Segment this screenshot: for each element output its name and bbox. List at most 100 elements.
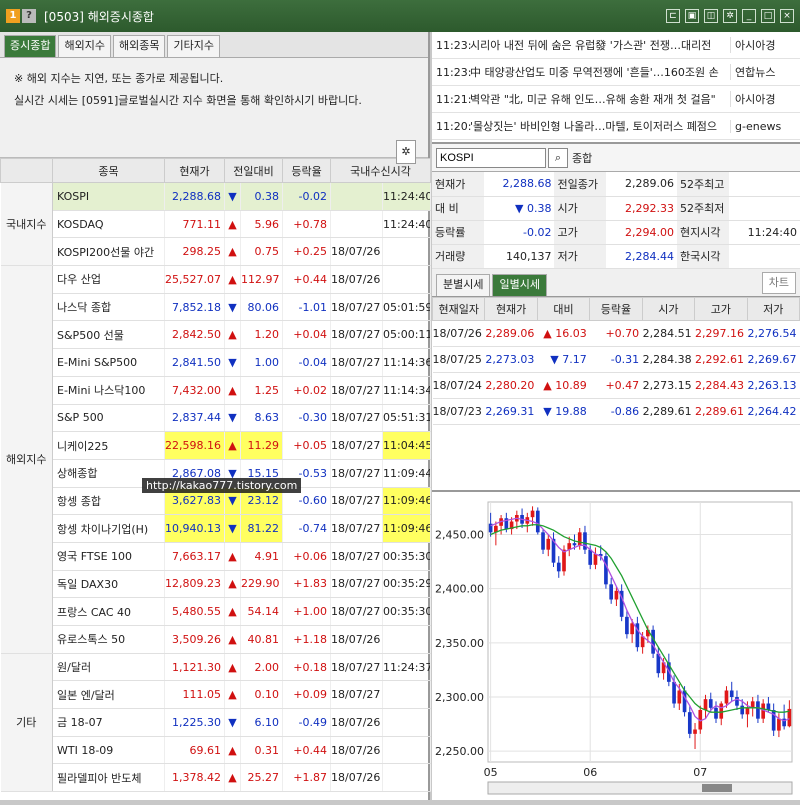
chart-button[interactable]: 차트: [761, 271, 796, 294]
table-row[interactable]: 금 18-07 1,225.30 ▼ 6.10 -0.49 18/07/26: [1, 708, 432, 737]
search-icon[interactable]: ⌕: [548, 147, 568, 168]
help-icon[interactable]: ?: [22, 9, 36, 23]
candle: [562, 549, 566, 572]
table-row[interactable]: KOSPI200선물 야간 298.25 ▲ 0.75 +0.25 18/07/26: [1, 237, 432, 267]
news-title[interactable]: '몰상짓는' 바비인형 나올라…마텔, 토이저러스 폐점으: [468, 118, 730, 134]
symbol-input[interactable]: [436, 147, 546, 168]
row-name[interactable]: S&P500 선물: [52, 320, 165, 350]
col-change[interactable]: 전일대비: [223, 158, 284, 183]
row-name[interactable]: 다우 산업: [52, 265, 165, 294]
news-item[interactable]: 11:20: '몰상짓는' 바비인형 나올라…마텔, 토이저러스 폐점으 g-ene…: [432, 113, 800, 140]
row-rate: -0.74: [282, 514, 332, 543]
daily-col-header[interactable]: 등락율: [589, 296, 643, 321]
col-price[interactable]: 현재가: [164, 158, 225, 183]
row-name[interactable]: 독일 DAX30: [52, 570, 165, 599]
news-title[interactable]: 中 태양광산업도 미중 무역전쟁에 '흔들'…160조원 손: [468, 64, 730, 80]
row-change: 112.97: [240, 265, 284, 294]
candlestick-chart[interactable]: 2,450.00 2,400.00 2,350.00 2,300.00 2,250.00…: [432, 492, 800, 802]
candle: [740, 705, 745, 715]
row-time: [382, 625, 432, 654]
table-row[interactable]: S&P 500 2,837.44 ▼ 8.63 -0.30 18/07/27 05:51:3…: [1, 404, 432, 433]
row-name[interactable]: S&P 500: [52, 404, 165, 433]
news-title[interactable]: 벽악관 "北, 미군 유해 인도…유해 송환 재개 첫 걸음": [468, 91, 730, 107]
candle: [708, 699, 713, 708]
daily-col-header[interactable]: 고가: [694, 296, 748, 321]
row-name[interactable]: 유로스톡스 50: [52, 625, 165, 654]
table-row[interactable]: 기타 원/달러 1,121.30 ▲ 2.00 +0.18 18/07/27 11:24:37: [0, 653, 432, 793]
daily-col-header[interactable]: 현재일자: [431, 296, 486, 321]
maximize-icon[interactable]: □: [761, 9, 775, 23]
candle: [535, 510, 540, 533]
news-title[interactable]: 시리아 내전 뒤에 숨은 유럽發 '가스관' 전쟁…대리전: [468, 37, 730, 53]
daily-col-header[interactable]: 대비: [536, 296, 591, 321]
minimize-icon[interactable]: _: [742, 9, 756, 23]
table-row[interactable]: 국내지수 KOSPI 2,288.68 ▼ 0.38 -0.02 11:24:40: [0, 182, 432, 267]
daily-col-header[interactable]: 현재가: [484, 296, 538, 321]
table-row[interactable]: 유로스톡스 50 3,509.26 ▲ 40.81 +1.18 18/07/26: [1, 625, 432, 654]
table-row[interactable]: 해외지수 다우 산업 25,527.07 ▲ 112.97 +0.44 18/07/26: [0, 265, 432, 654]
news-item[interactable]: 11:21: 벽악관 "北, 미군 유해 인도…유해 송환 재개 첫 걸음" 아시아…: [432, 86, 800, 113]
row-name[interactable]: 니케이225: [52, 431, 165, 460]
table-row[interactable]: E-Mini 나스닥100 7,432.00 ▲ 1.25 +0.02 18/07/27 1…: [1, 376, 432, 405]
tab-market-summary[interactable]: 증시종합: [4, 35, 57, 57]
link-icon[interactable]: ⊏: [666, 9, 680, 23]
table-row[interactable]: 필라델피아 반도체 1,378.42 ▲ 25.27 +1.87 18/07/26: [1, 763, 432, 793]
row-name[interactable]: 항셍 차이나기업(H): [52, 514, 165, 543]
news-item[interactable]: 11:23: 시리아 내전 뒤에 숨은 유럽發 '가스관' 전쟁…대리전 아시아경: [432, 32, 800, 59]
row-rate: +0.06: [282, 542, 332, 571]
down-arrow-icon: ▼: [224, 348, 241, 377]
daily-row[interactable]: 18/07/26 2,289.06 ▲ 16.03 +0.70 2,284.51 2,29…: [432, 320, 800, 347]
row-name[interactable]: 필라델피아 반도체: [52, 763, 165, 793]
table-row[interactable]: 나스닥 종합 7,852.18 ▼ 80.06 -1.01 18/07/27 05:01:5…: [1, 293, 432, 322]
col-name[interactable]: 종목: [52, 158, 165, 183]
settings-icon[interactable]: ✲: [723, 9, 737, 23]
row-name[interactable]: 프랑스 CAC 40: [52, 597, 165, 626]
row-name[interactable]: E-Mini 나스닥100: [52, 376, 165, 405]
table-row[interactable]: 프랑스 CAC 40 5,480.55 ▲ 54.14 +1.00 18/07/27 00:…: [1, 597, 432, 626]
quote-cell: 2,294.00: [606, 220, 677, 245]
tab-overseas-index[interactable]: 해외지수: [58, 35, 111, 57]
daily-row[interactable]: 18/07/24 2,280.20 ▲ 10.89 +0.47 2,273.15 2,28…: [432, 372, 800, 399]
news-item[interactable]: 11:23: 中 태양광산업도 미중 무역전쟁에 '흔들'…160조원 손 연합뉴스: [432, 59, 800, 86]
table-row[interactable]: 일본 엔/달러 111.05 ▲ 0.10 +0.09 18/07/27: [1, 680, 432, 710]
tab-other-index[interactable]: 기타지수: [167, 35, 220, 57]
table-row[interactable]: S&P500 선물 2,842.50 ▲ 1.20 +0.04 18/07/27 05:00…: [1, 320, 432, 350]
gear-icon[interactable]: ✲: [396, 140, 416, 164]
table-row[interactable]: E-Mini S&P500 2,841.50 ▼ 1.00 -0.04 18/07/27 1…: [1, 348, 432, 377]
tab-minute-price[interactable]: 분별시세: [436, 273, 491, 296]
row-name[interactable]: KOSPI200선물 야간: [52, 237, 165, 267]
candle: [714, 707, 718, 719]
row-name[interactable]: 일본 엔/달러: [52, 680, 165, 710]
row-name[interactable]: E-Mini S&P500: [52, 348, 165, 377]
print-icon[interactable]: ◫: [704, 9, 718, 23]
daily-col-header[interactable]: 시가: [641, 296, 696, 321]
close-icon[interactable]: ×: [780, 9, 794, 23]
row-name[interactable]: WTI 18-09: [52, 736, 165, 765]
daily-high: 2,292.61: [694, 346, 748, 373]
row-price: 1,378.42: [164, 763, 225, 793]
news-time: 11:23:: [436, 38, 472, 52]
daily-row[interactable]: 18/07/23 2,269.31 ▼ 19.88 -0.86 2,289.61 2,28…: [432, 398, 800, 425]
tab-overseas-stock[interactable]: 해외종목: [112, 35, 166, 57]
daily-change-value: 7.17: [562, 352, 587, 366]
screen-number-icon[interactable]: 1: [6, 9, 20, 23]
daily-col-header[interactable]: 저가: [746, 296, 800, 321]
quote-cell: 현지시각: [676, 220, 729, 245]
row-name[interactable]: 금 18-07: [52, 708, 165, 737]
table-row[interactable]: WTI 18-09 69.61 ▲ 0.31 +0.44 18/07/26: [1, 736, 432, 765]
table-row[interactable]: 니케이225 22,598.16 ▲ 11.29 +0.05 18/07/27 11:04:…: [1, 431, 432, 460]
row-name[interactable]: KOSDAQ: [52, 210, 165, 239]
col-rate[interactable]: 등락율: [282, 158, 332, 183]
row-name[interactable]: KOSPI: [52, 182, 165, 211]
row-name[interactable]: 원/달러: [52, 653, 165, 682]
table-row[interactable]: 영국 FTSE 100 7,663.17 ▲ 4.91 +0.06 18/07/27 00:…: [1, 542, 432, 571]
row-name[interactable]: 나스닥 종합: [52, 293, 165, 322]
row-name[interactable]: 영국 FTSE 100: [52, 542, 165, 571]
save-icon[interactable]: ▣: [685, 9, 699, 23]
price-chart[interactable]: 2,450.00 2,400.00 2,350.00 2,300.00 2,250.00…: [432, 490, 800, 800]
table-row[interactable]: 항셍 차이나기업(H) 10,940.13 ▼ 81.22 -0.74 18/07/27 1…: [1, 514, 432, 543]
table-row[interactable]: 독일 DAX30 12,809.23 ▲ 229.90 +1.83 18/07/27 00:…: [1, 570, 432, 599]
table-row[interactable]: KOSDAQ 771.11 ▲ 5.96 +0.78 11:24:40: [1, 210, 432, 239]
daily-row[interactable]: 18/07/25 2,273.03 ▼ 7.17 -0.31 2,284.38 2,292…: [432, 346, 800, 373]
tab-daily-price[interactable]: 일별시세: [492, 273, 547, 296]
